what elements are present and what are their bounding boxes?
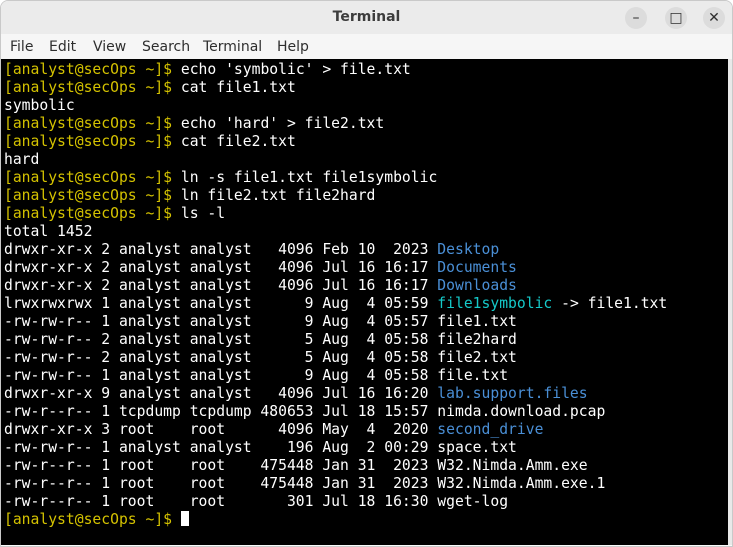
menu-view[interactable]: View [93,39,126,55]
output-text: hard [4,151,40,168]
file-name: file.txt [437,367,509,384]
listing-row: drwxr-xr-x 3 root root 4096 May 4 2020 s… [4,421,667,439]
listing-row: drwxr-xr-x 9 analyst analyst 4096 Jul 16… [4,385,667,403]
terminal-window: Terminal – □ ✕ File Edit View Search Ter… [0,0,733,547]
cursor [180,511,189,526]
listing-row: -rw-r--r-- 1 root root 301 Jul 18 16:30 … [4,493,667,511]
menu-help[interactable]: Help [277,39,309,55]
command-line: [analyst@secOps ~]$ ln -s file1.txt file… [4,169,667,187]
symlink-name: file1symbolic [437,295,553,312]
prompt: [analyst@secOps ~]$ [4,187,173,204]
file-meta: drwxr-xr-x 2 analyst analyst 4096 Jul 16… [4,259,438,276]
directory-name: Downloads [437,277,517,294]
directory-name: Documents [437,259,517,276]
file-name: W32.Nimda.Amm.exe [437,457,588,474]
menu-bar: File Edit View Search Terminal Help [1,34,732,59]
command-text: echo 'symbolic' > file.txt [180,61,411,78]
directory-name: second_drive [437,421,544,438]
file-name: file1.txt [437,313,517,330]
command-text: cat file1.txt [180,79,296,96]
file-meta: -rw-r--r-- 1 root root 475448 Jan 31 202… [4,457,438,474]
file-name: space.txt [437,439,517,456]
command-line: [analyst@secOps ~]$ ls -l [4,205,667,223]
output-text: total 1452 [4,223,93,240]
file-meta: -rw-r--r-- 1 root root 301 Jul 18 16:30 [4,493,438,510]
menu-edit[interactable]: Edit [49,39,76,55]
command-text: ls -l [180,205,226,222]
file-name: nimda.download.pcap [437,403,606,420]
listing-row: -rw-r--r-- 1 root root 475448 Jan 31 202… [4,475,667,493]
directory-name: lab.support.files [437,385,588,402]
file-meta: -rw-rw-r-- 2 analyst analyst 5 Aug 4 05:… [4,349,438,366]
prompt: [analyst@secOps ~]$ [4,169,173,186]
listing-row: -rw-rw-r-- 2 analyst analyst 5 Aug 4 05:… [4,349,667,367]
prompt: [analyst@secOps ~]$ [4,79,173,96]
command-line: [analyst@secOps ~]$ echo 'symbolic' > fi… [4,61,667,79]
file-meta: drwxr-xr-x 2 analyst analyst 4096 Feb 10… [4,241,438,258]
file-meta: -rw-r--r-- 1 root root 475448 Jan 31 202… [4,475,438,492]
command-line: [analyst@secOps ~]$ cat file2.txt [4,133,667,151]
terminal-output[interactable]: [analyst@secOps ~]$ echo 'symbolic' > fi… [1,59,728,545]
command-line: [analyst@secOps ~]$ ln file2.txt file2ha… [4,187,667,205]
minimize-button[interactable]: – [625,7,647,29]
file-meta: -rw-rw-r-- 1 analyst analyst 9 Aug 4 05:… [4,313,438,330]
file-meta: -rw-rw-r-- 1 analyst analyst 196 Aug 2 0… [4,439,438,456]
output-line: total 1452 [4,223,667,241]
command-text: ln -s file1.txt file1symbolic [180,169,438,186]
file-name: file2hard [437,331,517,348]
file-name: W32.Nimda.Amm.exe.1 [437,475,606,492]
file-meta: -rw-rw-r-- 1 analyst analyst 9 Aug 4 05:… [4,367,438,384]
prompt: [analyst@secOps ~]$ [4,133,173,150]
terminal-lines: [analyst@secOps ~]$ echo 'symbolic' > fi… [4,61,667,529]
window-title: Terminal [332,9,401,25]
listing-row: -rw-rw-r-- 2 analyst analyst 5 Aug 4 05:… [4,331,667,349]
listing-row: -rw-r--r-- 1 tcpdump tcpdump 480653 Jul … [4,403,667,421]
menu-search[interactable]: Search [142,39,190,55]
menu-terminal[interactable]: Terminal [203,39,262,55]
directory-name: Desktop [437,241,500,258]
prompt: [analyst@secOps ~]$ [4,115,173,132]
file-meta: -rw-r--r-- 1 tcpdump tcpdump 480653 Jul … [4,403,438,420]
file-meta: drwxr-xr-x 2 analyst analyst 4096 Jul 16… [4,277,438,294]
file-meta: lrwxrwxrwx 1 analyst analyst 9 Aug 4 05:… [4,295,438,312]
file-meta: drwxr-xr-x 9 analyst analyst 4096 Jul 16… [4,385,438,402]
command-text: ln file2.txt file2hard [180,187,376,204]
listing-row: -rw-rw-r-- 1 analyst analyst 9 Aug 4 05:… [4,367,667,385]
close-button[interactable]: ✕ [703,7,725,29]
file-name: file2.txt [437,349,517,366]
listing-row: drwxr-xr-x 2 analyst analyst 4096 Jul 16… [4,277,667,295]
listing-row: drwxr-xr-x 2 analyst analyst 4096 Jul 16… [4,259,667,277]
listing-row: lrwxrwxrwx 1 analyst analyst 9 Aug 4 05:… [4,295,667,313]
symlink-target: -> file1.txt [552,295,668,312]
prompt: [analyst@secOps ~]$ [4,511,173,528]
prompt: [analyst@secOps ~]$ [4,205,173,222]
output-line: symbolic [4,97,667,115]
prompt: [analyst@secOps ~]$ [4,61,173,78]
scrollbar[interactable] [728,59,732,545]
file-meta: drwxr-xr-x 3 root root 4096 May 4 2020 [4,421,438,438]
input-line: [analyst@secOps ~]$ [4,511,667,529]
command-text: echo 'hard' > file2.txt [180,115,385,132]
file-name: wget-log [437,493,509,510]
maximize-button[interactable]: □ [665,7,687,29]
title-bar[interactable]: Terminal – □ ✕ [1,1,732,34]
listing-row: -rw-rw-r-- 1 analyst analyst 196 Aug 2 0… [4,439,667,457]
command-line: [analyst@secOps ~]$ cat file1.txt [4,79,667,97]
file-meta: -rw-rw-r-- 2 analyst analyst 5 Aug 4 05:… [4,331,438,348]
menu-file[interactable]: File [10,39,33,55]
listing-row: drwxr-xr-x 2 analyst analyst 4096 Feb 10… [4,241,667,259]
listing-row: -rw-r--r-- 1 root root 475448 Jan 31 202… [4,457,667,475]
output-line: hard [4,151,667,169]
listing-row: -rw-rw-r-- 1 analyst analyst 9 Aug 4 05:… [4,313,667,331]
command-line: [analyst@secOps ~]$ echo 'hard' > file2.… [4,115,667,133]
output-text: symbolic [4,97,75,114]
command-text: cat file2.txt [180,133,296,150]
